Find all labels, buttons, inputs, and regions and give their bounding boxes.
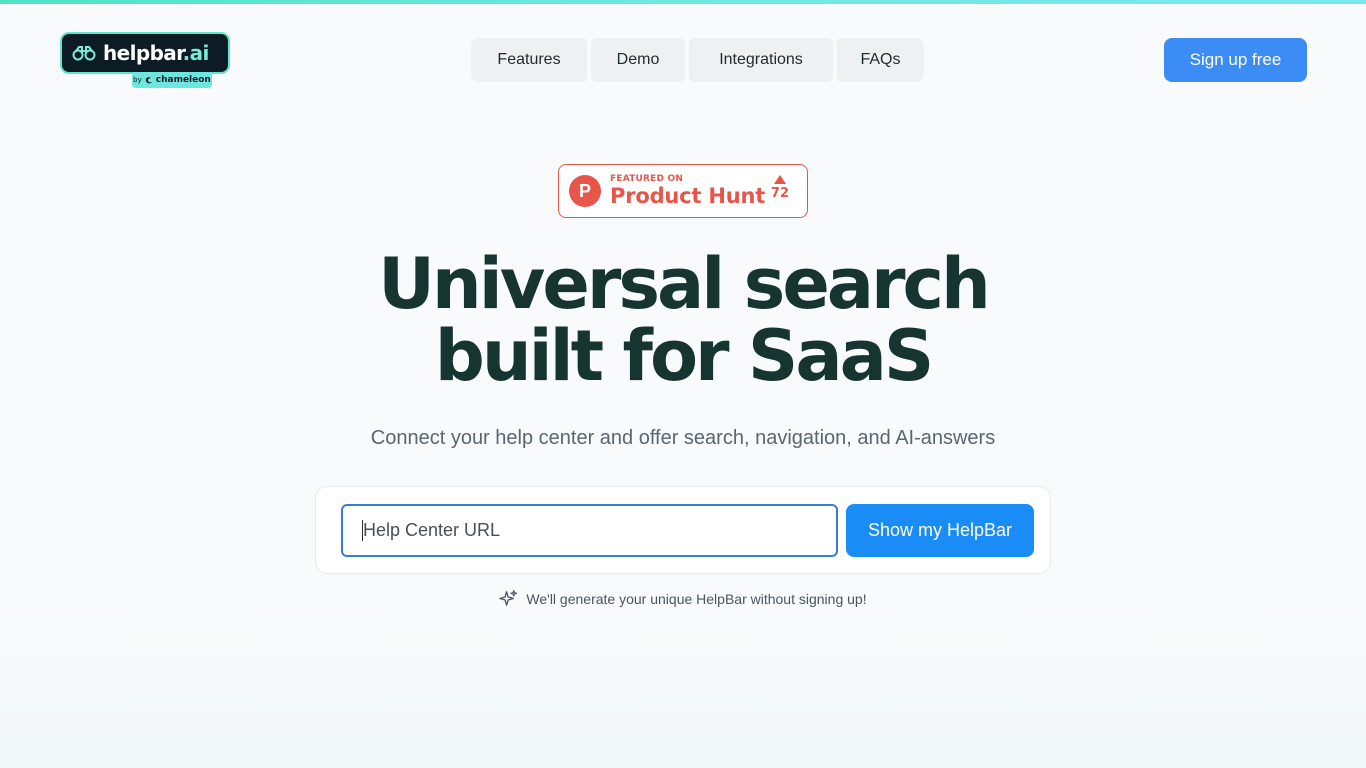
hero-title: Universal search built for SaaS [283,248,1083,392]
badge-brand-text: chameleon [155,75,211,85]
hero-title-line1: Universal search [378,243,991,325]
nav-faqs[interactable]: FAQs [837,38,924,82]
text-caret [362,520,363,541]
product-hunt-badge[interactable]: P FEATURED ON Product Hunt 72 [558,164,808,218]
upvote-arrow-icon [773,175,786,184]
help-center-url-input[interactable] [341,504,838,557]
binoculars-icon [72,46,96,61]
ph-featured-label: FEATURED ON [610,174,684,184]
nav-features[interactable]: Features [471,38,587,82]
top-accent-strip [0,0,1366,4]
logo-wordmark: helpbar.ai [103,41,209,65]
chameleon-badge: by chameleon [132,72,212,88]
nav-integrations[interactable]: Integrations [689,38,833,82]
form-note-text: We'll generate your unique HelpBar witho… [526,590,867,607]
form-note: We'll generate your unique HelpBar witho… [283,589,1083,608]
ph-vote-count: 72 [770,186,789,201]
helpbar-form: Show my HelpBar [315,486,1051,574]
badge-by-text: by [133,76,142,84]
hero-subtitle: Connect your help center and offer searc… [370,427,996,449]
hero-title-line2: built for SaaS [434,315,935,397]
chameleon-icon [145,76,152,83]
nav-demo[interactable]: Demo [591,38,685,82]
helpbar-logo[interactable]: helpbar.ai [62,34,228,72]
sparkle-icon [499,589,518,606]
signup-button[interactable]: Sign up free [1164,38,1307,82]
ph-name: Product Hunt [610,184,766,208]
product-hunt-logo: P [569,175,601,207]
show-helpbar-button[interactable]: Show my HelpBar [846,504,1034,557]
ph-votes: 72 [771,175,789,201]
main-nav: Features Demo Integrations FAQs [471,38,924,82]
